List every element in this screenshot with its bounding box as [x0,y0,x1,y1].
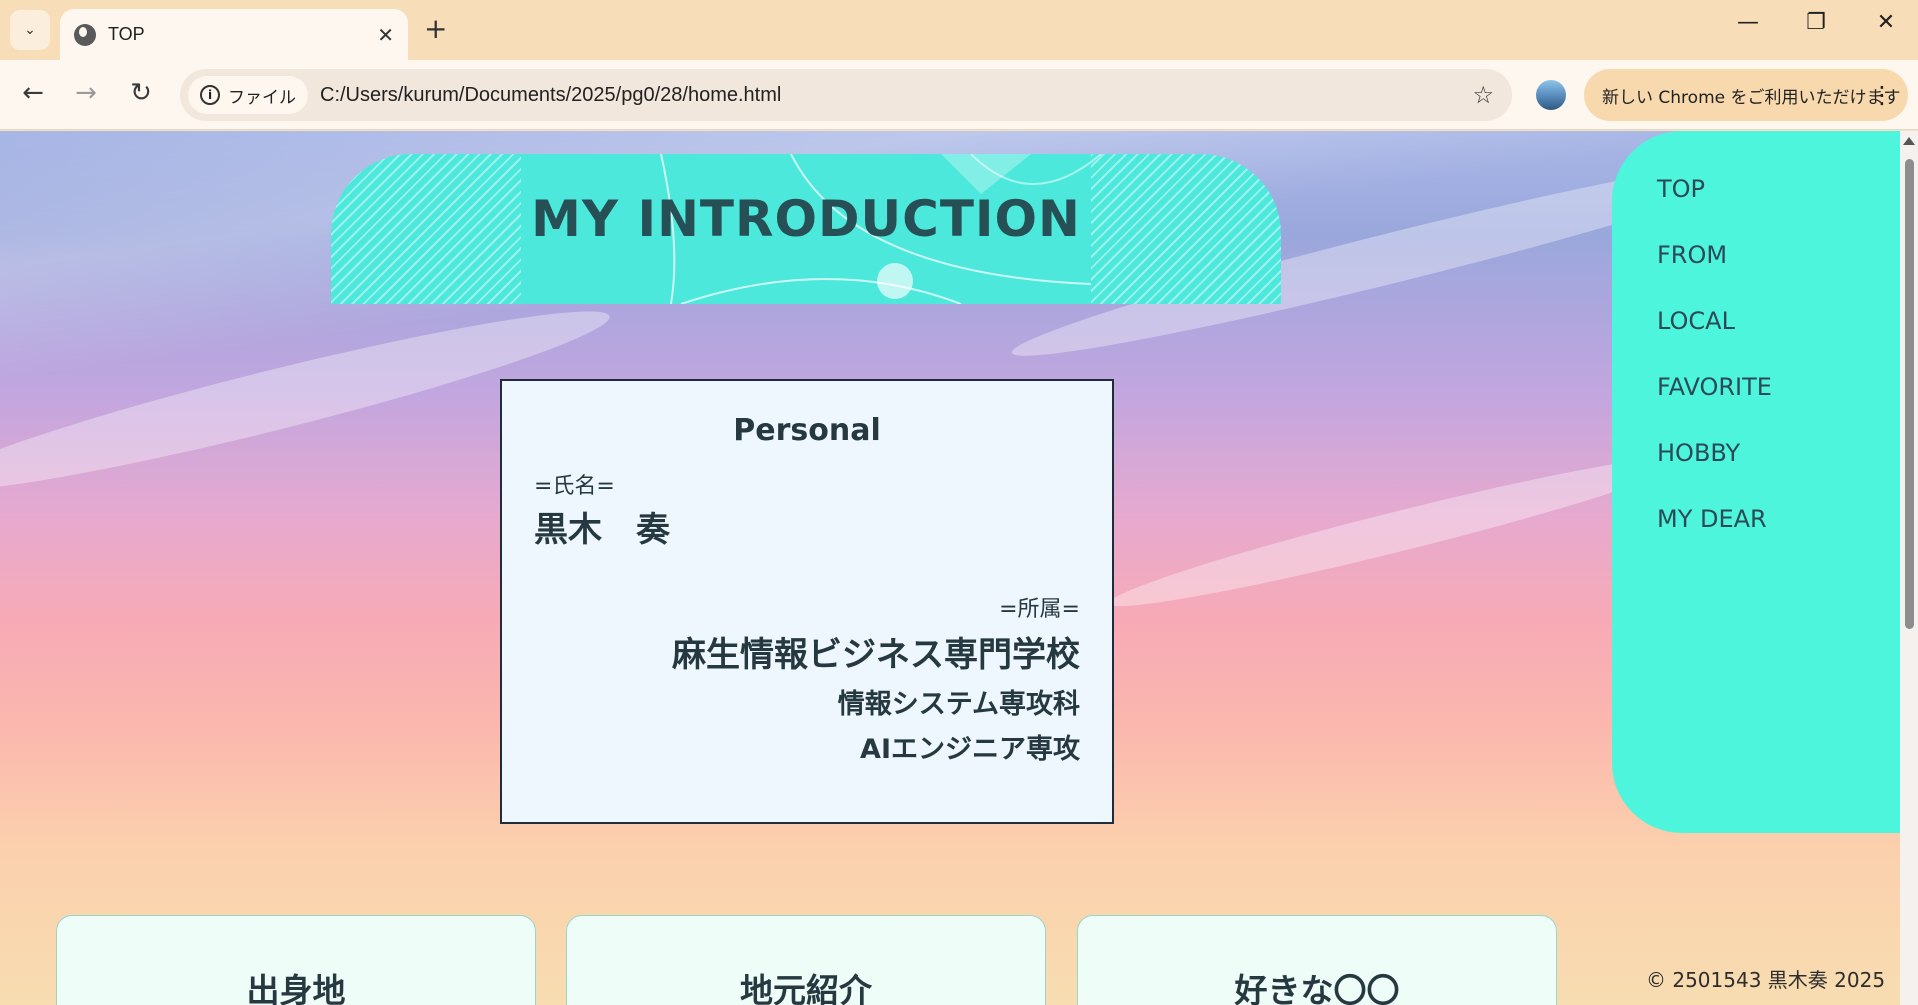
browser-toolbar: ← → ↻ i ファイル C:/Users/kurum/Documents/20… [0,60,1918,130]
card-hometown[interactable]: 出身地 [56,915,536,1005]
url-text[interactable]: C:/Users/kurum/Documents/2025/pg0/28/hom… [320,84,781,107]
card-local-intro[interactable]: 地元紹介 [566,915,1046,1005]
nav-link-my-dear[interactable]: MY DEAR [1612,505,1900,571]
card-title: 出身地 [246,971,346,1005]
chevron-down-icon: ⌄ [24,22,36,38]
personal-card: Personal =氏名= 黒木 奏 =所属= 麻生情報ビジネス専門学校 情報シ… [500,379,1114,824]
banner-dot [877,263,913,299]
back-button[interactable]: ← [17,78,49,108]
tab-search-button[interactable]: ⌄ [10,10,50,50]
minimize-button[interactable]: — [1728,10,1768,35]
watercolor-streak [1104,439,1696,623]
browser-tabstrip: ⌄ TOP ✕ + — ❐ ✕ [0,0,1918,60]
close-window-button[interactable]: ✕ [1866,10,1906,35]
page-banner: MY INTRODUCTION [331,154,1281,304]
full-name: 黒木 奏 [534,510,670,550]
department-name: 情報システム専攻科 [837,689,1080,720]
nav-link-top[interactable]: TOP [1612,175,1900,241]
card-title: 地元紹介 [740,971,872,1005]
more-menu-icon[interactable]: ⋮ [1870,81,1894,109]
major-name: AIエンジニア専攻 [860,734,1080,765]
new-tab-button[interactable]: + [424,12,447,45]
vertical-scrollbar[interactable] [1900,131,1918,1005]
profile-avatar[interactable] [1536,80,1566,110]
personal-heading: Personal [733,413,881,448]
nav-link-hobby[interactable]: HOBBY [1612,439,1900,505]
page-viewport: MY INTRODUCTION Personal =氏名= 黒木 奏 =所属= … [0,131,1900,1005]
address-bar[interactable]: i ファイル C:/Users/kurum/Documents/2025/pg0… [180,69,1512,121]
nav-link-from[interactable]: FROM [1612,241,1900,307]
reload-button[interactable]: ↻ [125,78,157,108]
school-name: 麻生情報ビジネス専門学校 [672,635,1080,675]
affiliation-label: =所属= [999,597,1080,622]
close-tab-icon[interactable]: ✕ [377,23,394,47]
scroll-up-arrow-icon[interactable] [1903,137,1915,145]
side-navigation: TOP FROM LOCAL FAVORITE HOBBY MY DEAR [1612,131,1900,833]
nav-link-favorite[interactable]: FAVORITE [1612,373,1900,439]
card-favorite[interactable]: 好きな〇〇 [1077,915,1557,1005]
globe-icon [74,23,96,46]
bookmark-star-icon[interactable]: ☆ [1472,81,1494,109]
restore-button[interactable]: ❐ [1796,10,1836,35]
scrollbar-thumb[interactable] [1905,159,1914,629]
forward-button[interactable]: → [70,78,102,108]
name-label: =氏名= [534,474,615,499]
chrome-update-button[interactable]: 新しい Chrome をご利用いただけます ⋮ [1584,69,1908,121]
update-label: 新しい Chrome をご利用いただけます [1602,87,1901,108]
copyright-text: © 2501543 黒木奏 2025 [1646,968,1886,992]
card-title: 好きな〇〇 [1234,971,1400,1005]
page-title: MY INTRODUCTION [531,190,1081,248]
info-icon: i [200,85,220,105]
site-info-chip[interactable]: i ファイル [188,76,308,114]
nav-link-local[interactable]: LOCAL [1612,307,1900,373]
browser-tab[interactable]: TOP ✕ [60,9,408,60]
site-info-label: ファイル [228,87,296,108]
tab-title: TOP [108,24,145,44]
